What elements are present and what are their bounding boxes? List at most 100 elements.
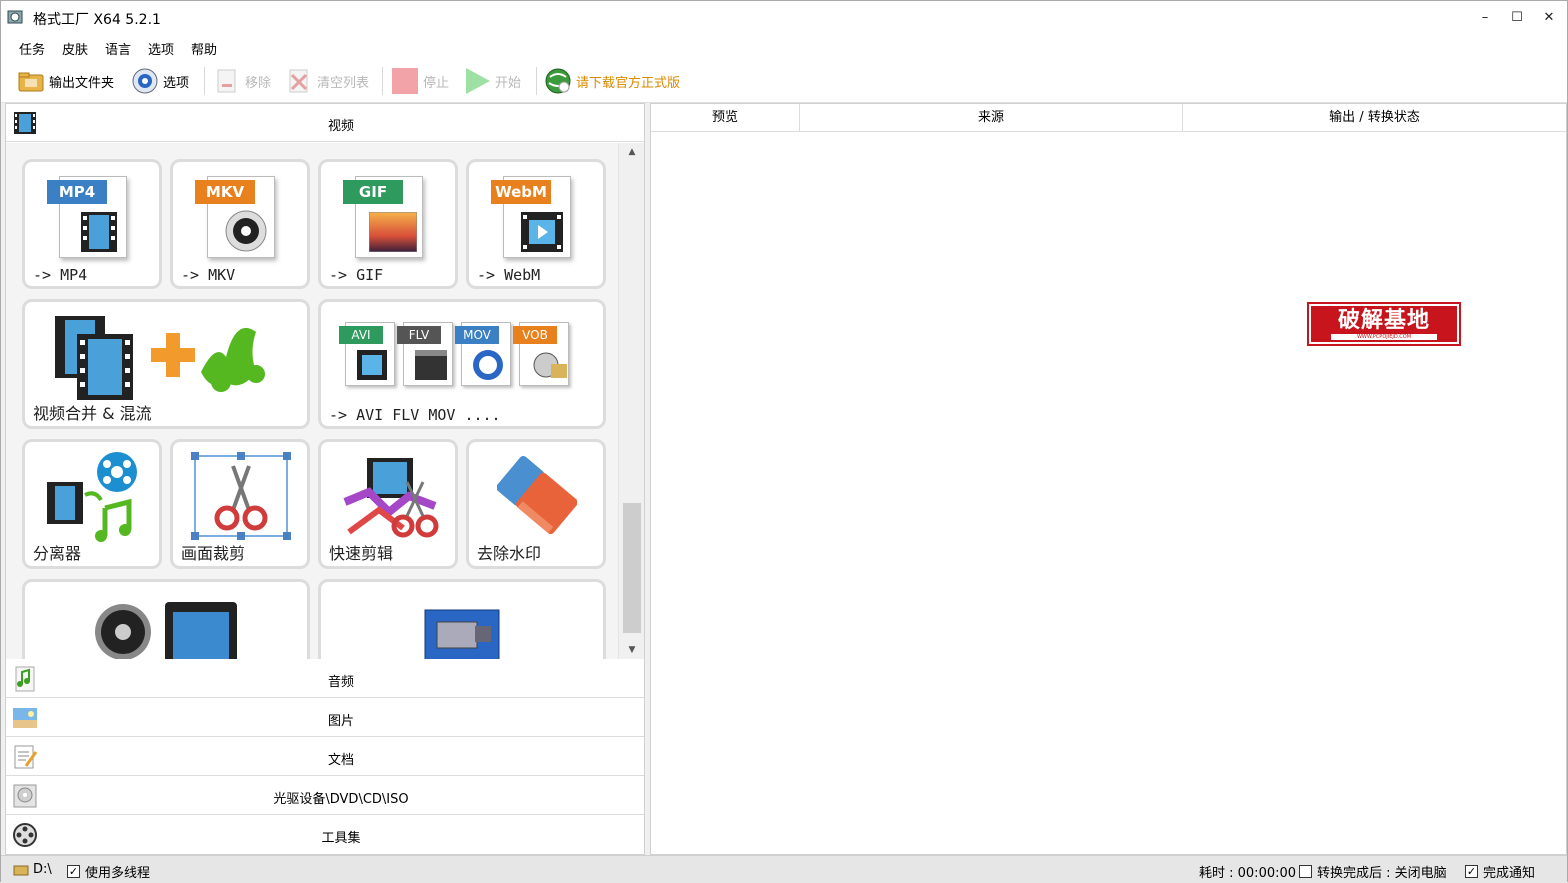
tile-mp4[interactable]: MP4 -> MP4 (22, 159, 162, 289)
notify-checkbox[interactable]: ✓ (1465, 865, 1478, 878)
multithread-checkbox[interactable]: ✓ (67, 865, 80, 878)
category-audio[interactable]: 音频 (6, 660, 644, 698)
play-icon (466, 68, 490, 94)
mkv-file-icon: MKV (189, 170, 279, 260)
options-button[interactable]: 选项 (131, 65, 189, 97)
flv-tag: FLV (397, 326, 441, 344)
app-window: 格式工厂 X64 5.2.1 – ☐ ✕ 任务 皮肤 语言 选项 帮助 输出文件… (0, 0, 1568, 883)
film-strip-icon (81, 212, 117, 252)
column-preview[interactable]: 预览 (651, 104, 800, 132)
task-list-panel: 预览 来源 输出 / 转换状态 (650, 103, 1567, 855)
tile-crop[interactable]: 画面裁剪 (170, 439, 310, 569)
scroll-thumb[interactable] (623, 503, 641, 633)
tile-mp4-label: -> MP4 (33, 266, 88, 284)
tile-remove-watermark-label: 去除水印 (477, 544, 542, 563)
menu-options[interactable]: 选项 (148, 39, 174, 58)
tile-video-merge[interactable]: 视频合并 & 混流 (22, 299, 310, 429)
category-document[interactable]: 文档 (6, 738, 644, 776)
options-label: 选项 (163, 75, 190, 91)
menu-language[interactable]: 语言 (105, 39, 131, 58)
tile-screen-record[interactable] (318, 579, 606, 659)
after-convert-checkbox[interactable] (1299, 865, 1312, 878)
stop-label: 停止 (423, 75, 450, 91)
elapsed-time: 耗时 : 00:00:00 (1199, 862, 1296, 881)
camcorder-icon (424, 609, 500, 659)
maximize-button[interactable]: ☐ (1501, 1, 1533, 35)
toolbar-separator (536, 67, 537, 95)
multithread-label: 使用多线程 (85, 866, 151, 881)
category-image[interactable]: 图片 (6, 699, 644, 737)
eraser-icon (497, 455, 577, 535)
tile-quick-cut[interactable]: 快速剪辑 (318, 439, 458, 569)
mov-tag: MOV (455, 326, 499, 344)
tile-crop-label: 画面裁剪 (181, 544, 246, 563)
start-label: 开始 (495, 75, 522, 91)
minimize-button[interactable]: – (1469, 1, 1501, 35)
after-convert-option[interactable]: 转换完成后 : 关闭电脑 (1299, 862, 1447, 881)
stop-button[interactable]: 停止 (391, 65, 449, 97)
drive-icon (13, 865, 29, 875)
tile-remove-watermark[interactable]: 去除水印 (466, 439, 606, 569)
tile-gif[interactable]: GIF -> GIF (318, 159, 458, 289)
category-image-label: 图片 (327, 714, 354, 729)
device-icon (95, 602, 237, 659)
avi-tag: AVI (339, 326, 383, 344)
tile-quick-cut-label: 快速剪辑 (329, 544, 394, 563)
watermark-logo-text: 破解基地 (1337, 308, 1430, 333)
scroll-up-arrow[interactable]: ▲ (619, 143, 645, 161)
title-bar: 格式工厂 X64 5.2.1 – ☐ ✕ (1, 1, 1567, 35)
output-drive[interactable]: D:\ (13, 862, 52, 877)
tile-multi-format[interactable]: AVI FLV MOV VOB -> AVI FLV MOV .... (318, 299, 606, 429)
remove-button[interactable]: 移除 (213, 65, 271, 97)
menu-task[interactable]: 任务 (19, 39, 45, 58)
start-button[interactable]: 开始 (463, 65, 521, 97)
status-bar: D:\ ✓ 使用多线程 耗时 : 00:00:00 转换完成后 : 关闭电脑 ✓… (1, 855, 1567, 883)
category-video[interactable]: 视频 (6, 104, 644, 142)
clear-list-button[interactable]: 清空列表 (285, 65, 369, 97)
menu-help[interactable]: 帮助 (191, 39, 217, 58)
scroll-down-arrow[interactable]: ▼ (619, 641, 645, 659)
close-button[interactable]: ✕ (1533, 1, 1565, 35)
tile-webm[interactable]: WebM -> WebM (466, 159, 606, 289)
video-tools-grid: MP4 -> MP4 MKV -> MKV GIF -> GIF WebM ->… (6, 143, 618, 659)
category-video-label: 视频 (327, 119, 354, 134)
category-disc[interactable]: 光驱设备\DVD\CD\ISO (6, 777, 644, 815)
remove-file-icon (217, 69, 236, 93)
column-output-status[interactable]: 输出 / 转换状态 (1183, 104, 1566, 132)
category-disc-label: 光驱设备\DVD\CD\ISO (273, 792, 409, 807)
gif-file-icon: GIF (337, 170, 427, 260)
download-official-link[interactable]: 请下载官方正式版 (544, 65, 680, 97)
tile-gif-label: -> GIF (329, 266, 384, 284)
tile-splitter[interactable]: 分离器 (22, 439, 162, 569)
column-source[interactable]: 来源 (800, 104, 1183, 132)
tile-mkv[interactable]: MKV -> MKV (170, 159, 310, 289)
category-scrollbar[interactable]: ▲ ▼ (618, 143, 644, 659)
window-title: 格式工厂 X64 5.2.1 (33, 12, 161, 28)
output-folder-label: 输出文件夹 (49, 75, 115, 91)
clear-list-icon (289, 69, 308, 93)
webm-file-icon: WebM (485, 170, 575, 260)
globe-icon (545, 68, 571, 94)
splitter-icon (47, 452, 137, 542)
tile-splitter-label: 分离器 (33, 544, 82, 563)
video-play-icon (521, 212, 563, 252)
multithread-option[interactable]: ✓ 使用多线程 (67, 862, 150, 881)
category-panel: 视频 MP4 -> MP4 MKV -> MKV GIF -> GIF WebM… (5, 103, 645, 855)
sunset-image-icon (369, 212, 417, 252)
download-label: 请下载官方正式版 (576, 75, 681, 91)
category-tools[interactable]: 工具集 (6, 816, 644, 854)
film-reel-icon (225, 210, 267, 252)
watermark-logo: 破解基地 WWW.PCPOJIEJD.COM (1307, 302, 1461, 346)
remove-label: 移除 (245, 75, 272, 91)
format-icons (357, 350, 567, 380)
output-folder-button[interactable]: 输出文件夹 (17, 65, 114, 97)
menu-skin[interactable]: 皮肤 (62, 39, 88, 58)
vob-tag: VOB (513, 326, 557, 344)
folder-icon (18, 72, 44, 92)
quick-cut-icon (343, 458, 439, 538)
notify-option[interactable]: ✓ 完成通知 (1465, 862, 1535, 881)
tile-video-merge-label: 视频合并 & 混流 (33, 404, 152, 423)
tile-device[interactable] (22, 579, 310, 659)
tile-mkv-label: -> MKV (181, 266, 236, 284)
elapsed-time-label: 耗时 : 00:00:00 (1199, 866, 1297, 881)
